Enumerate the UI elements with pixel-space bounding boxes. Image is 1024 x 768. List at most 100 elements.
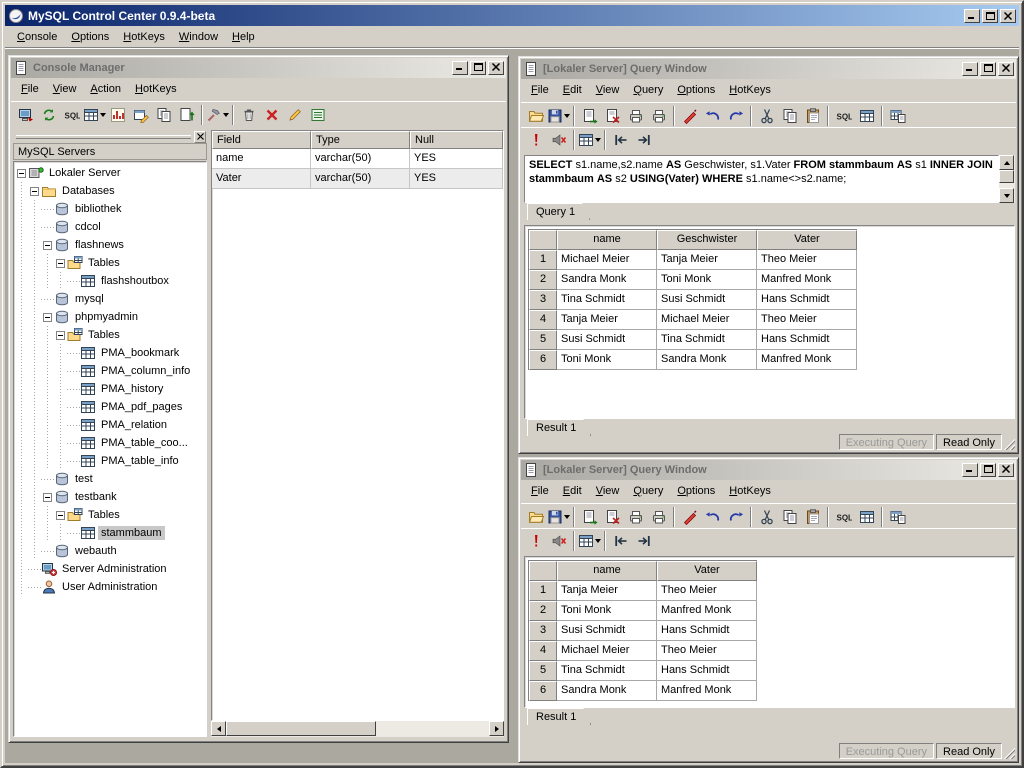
- close-button[interactable]: [1000, 9, 1016, 23]
- register-server-button[interactable]: [14, 104, 37, 126]
- query1-menu-hotkeys[interactable]: HotKeys: [722, 81, 778, 99]
- field-row[interactable]: Vatervarchar(50)YES: [212, 169, 503, 189]
- discard-button[interactable]: [601, 506, 624, 528]
- tree-item-pma-relation[interactable]: PMA_relation: [15, 416, 205, 434]
- dropdown-arrow-icon[interactable]: [563, 507, 571, 527]
- query1-menu-options[interactable]: Options: [670, 81, 722, 99]
- grid-cell[interactable]: Hans Schmidt: [757, 330, 857, 350]
- grid-cell[interactable]: Manfred Monk: [657, 681, 757, 701]
- row-number[interactable]: 5: [529, 330, 557, 350]
- prev-resultset-button[interactable]: [609, 129, 632, 151]
- query2-menu-hotkeys[interactable]: HotKeys: [722, 482, 778, 500]
- grid-cell[interactable]: Toni Monk: [657, 270, 757, 290]
- query1-menu-edit[interactable]: Edit: [556, 81, 589, 99]
- tree-item-tables[interactable]: Tables: [15, 326, 205, 344]
- grid-cell[interactable]: Theo Meier: [657, 581, 757, 601]
- close-button[interactable]: [488, 61, 504, 75]
- statistics-button[interactable]: [106, 104, 129, 126]
- main-menu-window[interactable]: Window: [172, 28, 225, 46]
- grid-cell[interactable]: Hans Schmidt: [757, 290, 857, 310]
- page-setup-button[interactable]: [624, 506, 647, 528]
- grid-cell[interactable]: Michael Meier: [657, 310, 757, 330]
- drop-button[interactable]: [260, 104, 283, 126]
- query2-menu-file[interactable]: File: [524, 482, 556, 500]
- tree-item-test[interactable]: test: [15, 470, 205, 488]
- scrollbar-track[interactable]: [999, 170, 1015, 188]
- row-number[interactable]: 1: [529, 250, 557, 270]
- tree-item-cdcol[interactable]: cdcol: [15, 218, 205, 236]
- field-cell[interactable]: Vater: [212, 169, 311, 189]
- column-header-geschwister[interactable]: Geschwister: [657, 230, 757, 250]
- new-table-button[interactable]: [83, 104, 106, 126]
- grid-cell[interactable]: Toni Monk: [557, 601, 657, 621]
- query1-menu-query[interactable]: Query: [626, 81, 670, 99]
- grid-cell[interactable]: Manfred Monk: [757, 270, 857, 290]
- collapse-icon[interactable]: [41, 308, 54, 326]
- result-view-button[interactable]: [578, 129, 601, 151]
- cut-button[interactable]: [755, 506, 778, 528]
- dock-grip[interactable]: [13, 130, 207, 143]
- import-data-button[interactable]: [175, 104, 198, 126]
- grid-cell[interactable]: Sandra Monk: [557, 681, 657, 701]
- dropdown-arrow-icon[interactable]: [222, 105, 230, 125]
- next-resultset-button[interactable]: [632, 530, 655, 552]
- scroll-right-button[interactable]: [489, 721, 504, 736]
- collapse-icon[interactable]: [28, 182, 41, 200]
- tree-item-user-administration[interactable]: User Administration: [15, 578, 205, 596]
- field-cell[interactable]: YES: [410, 169, 503, 189]
- row-number[interactable]: 3: [529, 290, 557, 310]
- tree-item-tables[interactable]: Tables: [15, 254, 205, 272]
- console-menu-action[interactable]: Action: [83, 80, 128, 98]
- grid-cell[interactable]: Toni Monk: [557, 350, 657, 370]
- tree-item-pma-pdf-pages[interactable]: PMA_pdf_pages: [15, 398, 205, 416]
- tree-item-testbank[interactable]: testbank: [15, 488, 205, 506]
- query2-menu-query[interactable]: Query: [626, 482, 670, 500]
- tree-item-pma-table-coo[interactable]: PMA_table_coo...: [15, 434, 205, 452]
- open-button[interactable]: [524, 105, 547, 127]
- minimize-button[interactable]: [964, 9, 980, 23]
- tree-item-pma-column-info[interactable]: PMA_column_info: [15, 362, 205, 380]
- column-header-vater[interactable]: Vater: [657, 561, 757, 581]
- highlight-button[interactable]: [678, 506, 701, 528]
- maximize-button[interactable]: [980, 62, 996, 76]
- result-view-button[interactable]: [578, 530, 601, 552]
- collapse-icon[interactable]: [54, 254, 67, 272]
- row-number[interactable]: 6: [529, 350, 557, 370]
- tree-item-server-administration[interactable]: Server Administration: [15, 560, 205, 578]
- row-number[interactable]: 5: [529, 661, 557, 681]
- dropdown-arrow-icon[interactable]: [594, 130, 602, 150]
- main-titlebar[interactable]: MySQL Control Center 0.9.4-beta: [5, 5, 1019, 26]
- grid-corner[interactable]: [529, 230, 557, 250]
- collapse-icon[interactable]: [54, 506, 67, 524]
- column-header-null[interactable]: Null: [410, 131, 503, 149]
- grid-cell[interactable]: Theo Meier: [657, 641, 757, 661]
- query-window-1-titlebar[interactable]: [Lokaler Server] Query Window: [521, 59, 1016, 79]
- minimize-button[interactable]: [962, 62, 978, 76]
- field-cell[interactable]: YES: [410, 149, 503, 169]
- paste-button[interactable]: [801, 506, 824, 528]
- row-number[interactable]: 1: [529, 581, 557, 601]
- export-button[interactable]: [578, 105, 601, 127]
- query1-menu-view[interactable]: View: [589, 81, 627, 99]
- maximize-button[interactable]: [982, 9, 998, 23]
- tree-item-databases[interactable]: Databases: [15, 182, 205, 200]
- prev-resultset-button[interactable]: [609, 530, 632, 552]
- grid-cell[interactable]: Michael Meier: [557, 250, 657, 270]
- minimize-button[interactable]: [962, 463, 978, 477]
- discard-button[interactable]: [601, 105, 624, 127]
- scrollbar-thumb[interactable]: [226, 721, 376, 736]
- query-tab[interactable]: Query 1: [527, 203, 590, 220]
- grid-cell[interactable]: Hans Schmidt: [657, 661, 757, 681]
- query1-menu-file[interactable]: File: [524, 81, 556, 99]
- grid-cell[interactable]: Susi Schmidt: [657, 290, 757, 310]
- console-menu-hotkeys[interactable]: HotKeys: [128, 80, 184, 98]
- stop-button[interactable]: [547, 129, 570, 151]
- grid-cell[interactable]: Tina Schmidt: [557, 661, 657, 681]
- main-menu-options[interactable]: Options: [64, 28, 116, 46]
- tree-item-lokaler-server[interactable]: Lokaler Server: [15, 164, 205, 182]
- column-header-name[interactable]: name: [557, 230, 657, 250]
- grid-corner[interactable]: [529, 561, 557, 581]
- field-cell[interactable]: varchar(50): [311, 149, 410, 169]
- page-setup-button[interactable]: [624, 105, 647, 127]
- grid-cell[interactable]: Susi Schmidt: [557, 330, 657, 350]
